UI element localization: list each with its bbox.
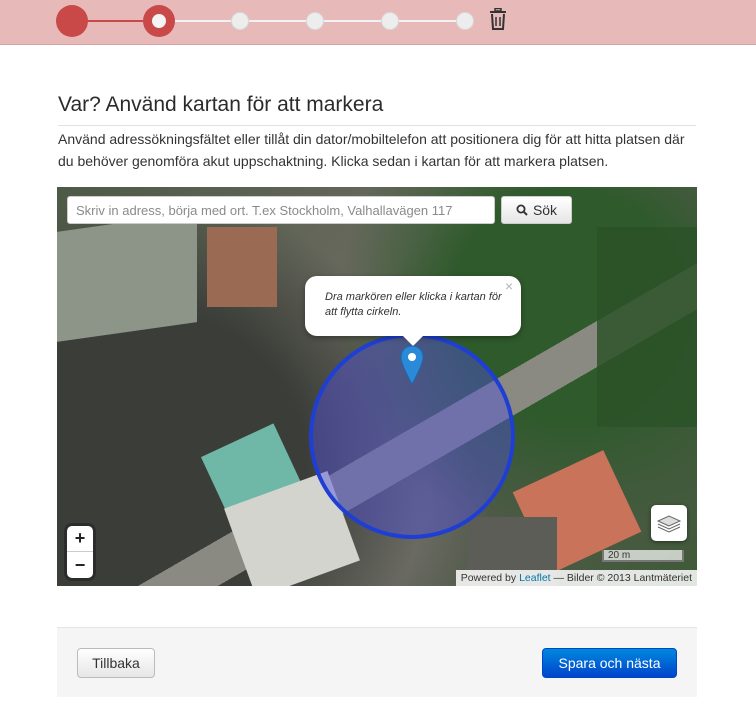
step-6[interactable] bbox=[456, 12, 474, 30]
search-icon bbox=[516, 204, 528, 216]
step-4[interactable] bbox=[306, 12, 324, 30]
progress-connector bbox=[88, 20, 143, 22]
attribution-powered: Powered by bbox=[460, 572, 517, 584]
map-attribution: Powered by Leaflet — Bilder © 2013 Lantm… bbox=[455, 570, 697, 586]
popup-text: Dra markören eller klicka i kartan för a… bbox=[325, 291, 502, 318]
form-footer: Tillbaka Spara och nästa bbox=[57, 627, 697, 697]
save-and-next-button[interactable]: Spara och nästa bbox=[542, 648, 677, 678]
map-building bbox=[57, 212, 197, 342]
search-button-label: Sök bbox=[532, 202, 558, 218]
leaflet-link[interactable]: Leaflet bbox=[519, 572, 551, 584]
zoom-in-button[interactable]: + bbox=[67, 526, 93, 552]
step-5[interactable] bbox=[381, 12, 399, 30]
step-2-current[interactable] bbox=[143, 5, 175, 37]
map-popup: × Dra markören eller klicka i kartan för… bbox=[305, 276, 521, 346]
trash-icon[interactable] bbox=[488, 8, 508, 30]
page-title: Var? Använd kartan för att markera bbox=[58, 93, 384, 116]
progress-connector bbox=[175, 20, 231, 22]
progress-connector bbox=[399, 20, 456, 22]
step-1-done[interactable] bbox=[56, 5, 88, 37]
layers-icon bbox=[656, 515, 682, 533]
map-scale: 20 m bbox=[602, 550, 684, 562]
back-button[interactable]: Tillbaka bbox=[77, 648, 155, 678]
zoom-out-button[interactable]: − bbox=[67, 552, 93, 578]
zoom-control: + − bbox=[67, 526, 93, 578]
progress-connector bbox=[249, 20, 306, 22]
layers-button[interactable] bbox=[651, 505, 687, 541]
step-3[interactable] bbox=[231, 12, 249, 30]
divider bbox=[58, 125, 696, 126]
map-building bbox=[207, 227, 277, 307]
search-button[interactable]: Sök bbox=[501, 196, 572, 224]
address-search-input[interactable] bbox=[67, 196, 495, 224]
progress-connector bbox=[324, 20, 381, 22]
attribution-credits: — Bilder © 2013 Lantmäteriet bbox=[553, 572, 692, 584]
map[interactable]: Sök × Dra markören eller klicka i kartan… bbox=[57, 187, 697, 586]
page-description: Använd adressökningsfältet eller tillåt … bbox=[58, 131, 685, 169]
map-trees bbox=[597, 227, 697, 427]
progress-bar bbox=[0, 0, 756, 45]
map-marker-icon[interactable] bbox=[400, 345, 424, 385]
